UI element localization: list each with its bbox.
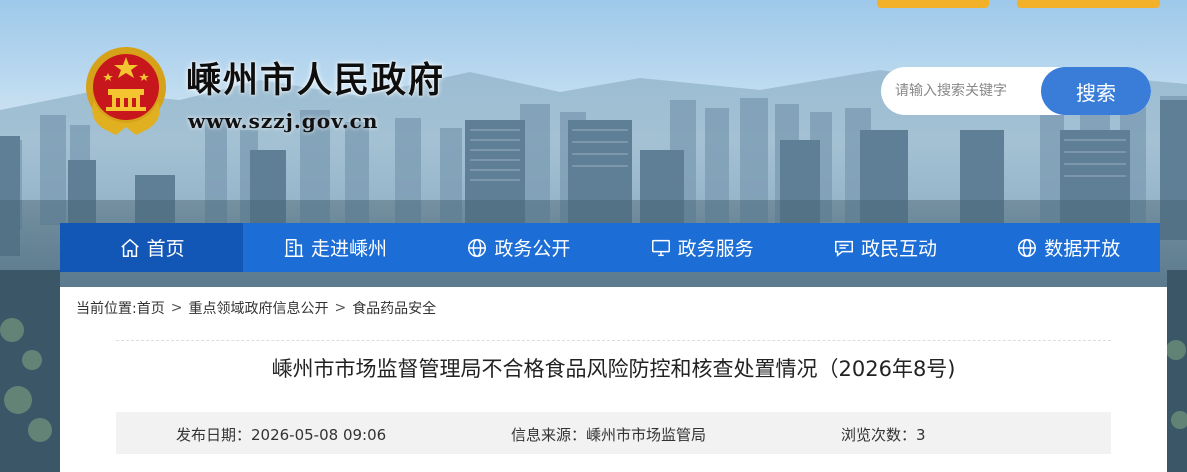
national-emblem-logo [84,43,168,139]
nav-item-public-interaction[interactable]: 政民互动 [793,223,976,272]
divider [116,340,1111,341]
breadcrumb-prefix: 当前位置: [76,301,137,317]
top-link-tab[interactable] [877,0,989,8]
nav-item-government-services[interactable]: 政务服务 [610,223,793,272]
nav-item-open-data[interactable]: 数据开放 [977,223,1160,272]
nav-item-label: 政民互动 [860,238,937,260]
publish-date: 发布日期：2026-05-08 09:06 [176,426,387,444]
main-nav: 首页 走进嵊州 政务公开 政务服务 政民互动 数据开放 [60,223,1160,272]
site-url[interactable]: www.szzj.gov.cn [188,109,378,133]
content-panel: 当前位置: 首页 > 重点领域政府信息公开 > 食品药品安全 嵊州市市场监督管理… [60,287,1167,472]
nav-item-government-affairs-disclosure[interactable]: 政务公开 [427,223,610,272]
breadcrumb-link-food-drug-safety[interactable]: 食品药品安全 [352,298,436,318]
globe-icon [468,238,487,257]
breadcrumb-link-key-areas[interactable]: 重点领域政府信息公开 [188,298,328,318]
home-icon [120,238,139,257]
nav-item-label: 首页 [146,238,185,260]
nav-item-about-shengzhou[interactable]: 走进嵊州 [243,223,426,272]
globe-icon [1018,238,1037,257]
nav-item-label: 数据开放 [1044,238,1121,260]
info-source: 信息来源：嵊州市市场监管局 [511,426,707,444]
nav-item-home[interactable]: 首页 [60,223,244,272]
building-icon [284,238,304,257]
search-box: 搜索 [881,67,1151,115]
breadcrumb-separator: > [170,300,183,316]
breadcrumb-link-home[interactable]: 首页 [137,298,165,318]
breadcrumb-separator: > [334,300,347,316]
article-title: 嵊州市市场监督管理局不合格食品风险防控和核查处置情况（2026年8号) [271,357,956,381]
monitor-icon [651,239,670,256]
search-input[interactable] [881,67,1051,115]
nav-item-label: 政务服务 [677,238,754,260]
nav-item-label: 走进嵊州 [310,238,387,260]
view-count: 浏览次数：3 [841,426,926,444]
article-meta-bar: 发布日期：2026-05-08 09:06 信息来源：嵊州市市场监管局 浏览次数… [116,412,1111,454]
site-title: 嵊州市人民政府 [186,60,446,101]
nav-item-label: 政务公开 [494,238,571,260]
breadcrumb: 当前位置: 首页 > 重点领域政府信息公开 > 食品药品安全 [76,298,436,318]
top-link-tab[interactable] [1017,0,1160,8]
chat-icon [834,240,853,257]
search-button[interactable]: 搜索 [1041,67,1151,115]
